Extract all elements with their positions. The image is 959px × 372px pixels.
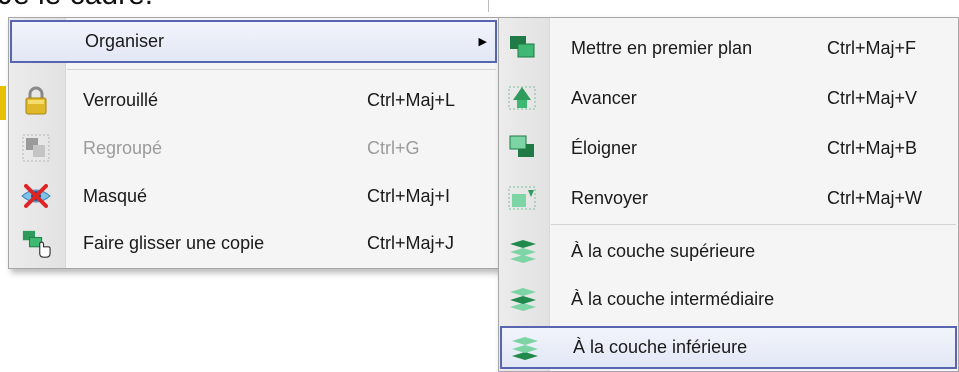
menu-item-masque[interactable]: Masqué Ctrl+Maj+I: [10, 173, 497, 219]
layers-bottom-icon: [510, 333, 540, 363]
menu-item-a-la-couche-superieure[interactable]: À la couche supérieure: [500, 228, 957, 274]
menu-item-a-la-couche-inferieure[interactable]: À la couche inférieure: [500, 326, 957, 369]
menu-item-a-la-couche-intermediaire[interactable]: À la couche intermédiaire: [500, 276, 957, 322]
background-document-text: Je le cadre.: [0, 0, 153, 12]
menu-item-label: À la couche supérieure: [571, 240, 756, 261]
menu-item-renvoyer[interactable]: Renvoyer Ctrl+Maj+W: [500, 174, 957, 222]
menu-item-eloigner[interactable]: Éloigner Ctrl+Maj+B: [500, 124, 957, 172]
drag-copy-icon: [21, 229, 51, 259]
menu-item-verrouille[interactable]: Verrouillé Ctrl+Maj+L: [10, 77, 497, 123]
menu-item-label: À la couche intermédiaire: [571, 288, 775, 309]
background-divider: [488, 0, 489, 12]
submenu-arrow-icon: ▶: [478, 36, 487, 48]
menu-item-shortcut: Ctrl+Maj+B: [827, 137, 918, 158]
menu-item-shortcut: Ctrl+Maj+I: [367, 185, 451, 206]
menu-item-label: Renvoyer: [571, 187, 649, 208]
menu-item-label: À la couche inférieure: [573, 337, 748, 357]
menu-item-shortcut: Ctrl+Maj+V: [827, 87, 918, 108]
padlock-icon: [21, 85, 51, 115]
context-menu: Organiser ▶ Verrouillé Ctrl+Maj+L Regrou…: [8, 17, 499, 269]
menu-separator: [551, 224, 956, 225]
send-backward-icon: [508, 183, 538, 213]
menu-item-shortcut: Ctrl+Maj+W: [827, 187, 923, 208]
menu-item-mettre-en-premier-plan[interactable]: Mettre en premier plan Ctrl+Maj+F: [500, 24, 957, 72]
menu-item-label: Mettre en premier plan: [571, 37, 753, 58]
menu-item-shortcut: Ctrl+G: [367, 137, 420, 158]
menu-item-regroupe[interactable]: Regroupé Ctrl+G: [10, 125, 497, 171]
menu-item-shortcut: Ctrl+Maj+L: [367, 89, 456, 110]
layers-top-icon: [508, 236, 538, 266]
hidden-eye-icon: [21, 181, 51, 211]
menu-item-avancer[interactable]: Avancer Ctrl+Maj+V: [500, 74, 957, 122]
menu-item-shortcut: Ctrl+Maj+J: [367, 233, 455, 253]
bring-to-front-icon: [508, 33, 538, 63]
menu-item-label: Regroupé: [83, 137, 163, 158]
menu-item-label: Verrouillé: [83, 89, 159, 110]
menu-item-label: Éloigner: [571, 137, 638, 158]
background-selection-edge: [0, 86, 6, 120]
menu-item-label: Organiser: [85, 31, 165, 51]
menu-item-shortcut: Ctrl+Maj+F: [827, 37, 917, 58]
arrange-submenu: Mettre en premier plan Ctrl+Maj+F Avance…: [498, 17, 959, 372]
menu-item-label: Avancer: [571, 87, 637, 108]
send-to-back-icon: [508, 133, 538, 163]
menu-item-label: Faire glisser une copie: [83, 233, 265, 253]
bring-forward-icon: [508, 83, 538, 113]
group-icon: [21, 133, 51, 163]
menu-item-organiser[interactable]: Organiser ▶: [10, 20, 497, 63]
menu-item-label: Masqué: [83, 185, 148, 206]
menu-separator: [67, 69, 496, 70]
menu-item-faire-glisser-une-copie[interactable]: Faire glisser une copie Ctrl+Maj+J: [10, 221, 497, 266]
layers-middle-icon: [508, 284, 538, 314]
